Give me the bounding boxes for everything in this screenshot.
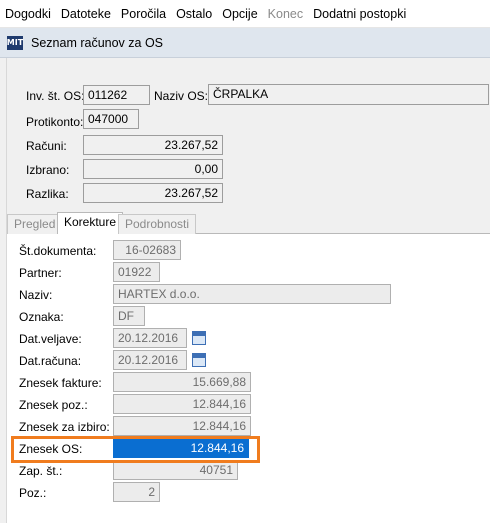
znesek-za-izbiro-field: 12.844,16 (113, 416, 251, 436)
window-titlebar: MIT Seznam računov za OS (0, 28, 490, 58)
izbrano-field: 0,00 (83, 159, 223, 179)
protikonto-field[interactable]: 047000 (83, 109, 139, 129)
window-title: Seznam računov za OS (31, 35, 164, 50)
naziv-os-label: Naziv OS: (154, 89, 209, 103)
menu-konec: Konec (267, 6, 304, 21)
poz-field: 2 (113, 482, 160, 502)
znesek-poz-field: 12.844,16 (113, 394, 251, 414)
menu-bar: Dogodki Datoteke Poročila Ostalo Opcije … (0, 0, 490, 28)
znesek-fakture-label: Znesek fakture: (19, 376, 102, 390)
menu-ostalo[interactable]: Ostalo (171, 7, 217, 21)
partner-field: 01922 (113, 262, 160, 282)
mit-logo-icon: MIT (7, 35, 23, 50)
oznaka-label: Oznaka: (19, 310, 64, 324)
racuni-field: 23.267,52 (83, 135, 223, 155)
inv-label: Inv. št. OS: (26, 89, 85, 103)
menu-dodatni-postopki[interactable]: Dodatni postopki (308, 7, 411, 21)
znesek-za-izbiro-label: Znesek za izbiro: (19, 420, 110, 434)
st-dokumenta-label: Št.dokumenta: (19, 244, 97, 258)
zap-st-label: Zap. št.: (19, 464, 63, 478)
dat-veljave-label: Dat.veljave: (19, 332, 82, 346)
inv-number-field[interactable]: 011262 (83, 85, 150, 105)
highlight-frame (11, 436, 260, 463)
izbrano-label: Izbrano: (26, 163, 70, 177)
menu-porocila[interactable]: Poročila (116, 7, 171, 21)
racuni-label: Računi: (26, 139, 67, 153)
naziv-label: Naziv: (19, 288, 53, 302)
naziv-field: HARTEX d.o.o. (113, 284, 391, 304)
zap-st-field: 40751 (113, 460, 238, 480)
partner-label: Partner: (19, 266, 62, 280)
znesek-poz-label: Znesek poz.: (19, 398, 88, 412)
tab-korekture[interactable]: Korekture (57, 212, 124, 235)
oznaka-field: DF (113, 306, 145, 326)
dat-veljave-field[interactable]: 20.12.2016 (113, 328, 187, 348)
dat-racuna-label: Dat.računa: (19, 354, 82, 368)
calendar-icon[interactable] (192, 331, 206, 345)
razlika-field: 23.267,52 (83, 183, 223, 203)
tab-podrobnosti[interactable]: Podrobnosti (118, 214, 197, 234)
menu-datoteke[interactable]: Datoteke (56, 7, 116, 21)
menu-dogodki[interactable]: Dogodki (0, 7, 56, 21)
dat-racuna-field[interactable]: 20.12.2016 (113, 350, 187, 370)
menu-opcije[interactable]: Opcije (217, 7, 262, 21)
protikonto-label: Protikonto: (26, 115, 84, 129)
calendar-icon[interactable] (192, 353, 206, 367)
tab-pregled[interactable]: Pregled (7, 214, 63, 234)
poz-label: Poz.: (19, 486, 47, 500)
razlika-label: Razlika: (26, 187, 69, 201)
st-dokumenta-field: 16-02683 (113, 240, 181, 260)
znesek-fakture-field: 15.669,88 (113, 372, 251, 392)
tab-strip: Pregled Korekture Podrobnosti (7, 212, 490, 235)
naziv-os-field[interactable]: ČRPALKA (208, 84, 489, 105)
korekture-panel: Št.dokumenta: 16-02683 Partner: 01922 Na… (7, 234, 490, 523)
